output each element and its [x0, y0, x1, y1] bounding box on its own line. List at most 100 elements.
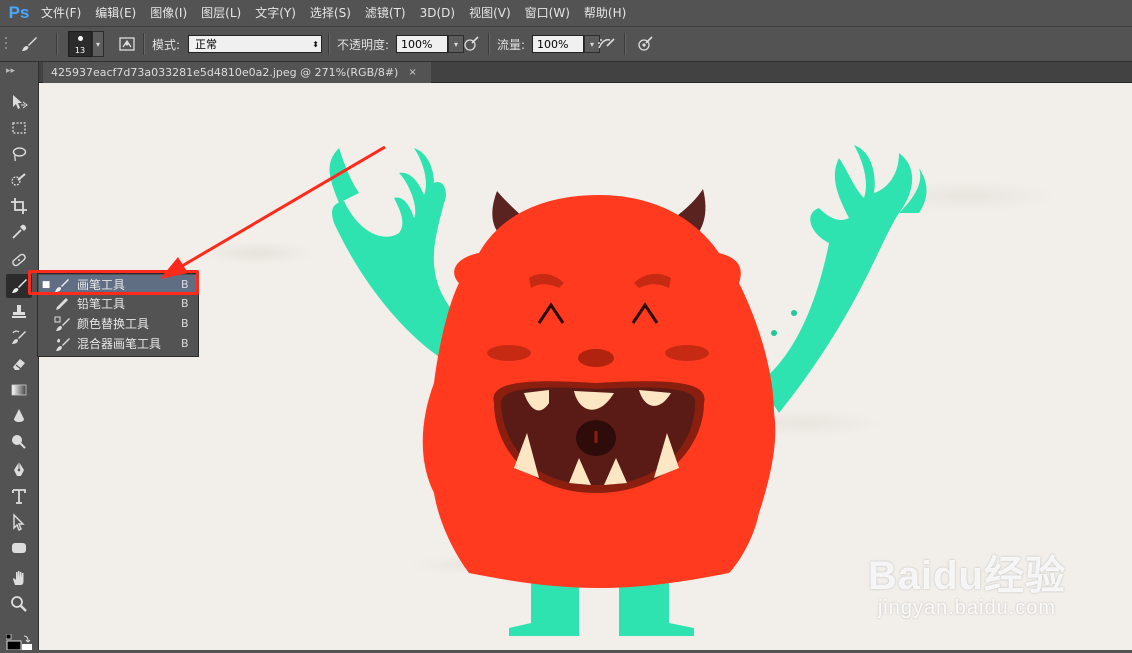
eyedropper-icon — [12, 224, 27, 239]
crop-tool[interactable] — [6, 194, 32, 218]
options-bar: 13 ▾ 模式: 正常 ⬍ 不透明度: 100% ▾ 流量: 100% ▾ — [0, 26, 1132, 62]
flyout-item-mixer-brush[interactable]: 混合器画笔工具 B — [39, 334, 197, 353]
menu-select[interactable]: 选择(S) — [303, 0, 358, 26]
flyout-item-pencil[interactable]: 铅笔工具 B — [39, 294, 197, 313]
stamp-icon — [12, 305, 26, 318]
pen-pressure-size-icon — [634, 33, 656, 55]
eraser-icon — [13, 359, 25, 370]
highlight-box — [28, 270, 199, 295]
history-brush-tool[interactable] — [6, 326, 32, 350]
brush-panel-icon — [116, 33, 138, 55]
eyedropper-tool[interactable] — [6, 220, 32, 244]
tool-preset-picker[interactable] — [18, 27, 40, 61]
blend-mode-select[interactable]: 正常 ⬍ — [188, 35, 322, 53]
opacity-input[interactable]: 100% — [396, 35, 448, 53]
separator — [624, 33, 626, 55]
document-title: 425937eacf7d73a033281e5d4810e0a2.jpeg @ … — [51, 66, 399, 79]
document-tab-bar: 425937eacf7d73a033281e5d4810e0a2.jpeg @ … — [39, 62, 1132, 83]
grip-handle[interactable] — [4, 27, 10, 61]
monster-nose — [578, 349, 614, 367]
bandage-icon — [12, 253, 26, 267]
type-tool[interactable] — [6, 484, 32, 508]
brush-preset-picker[interactable]: 13 ▾ — [68, 27, 104, 61]
menu-image[interactable]: 图像(I) — [143, 0, 194, 26]
brush-icon — [18, 33, 40, 55]
flow-label: 流量: — [497, 37, 526, 52]
airbrush-toggle[interactable] — [595, 27, 617, 61]
airbrush-icon — [595, 33, 617, 55]
eraser-tool[interactable] — [6, 352, 32, 376]
crop-icon — [11, 198, 27, 214]
brush-panel-toggle[interactable] — [116, 27, 138, 61]
brush-preset-dropdown[interactable]: ▾ — [92, 31, 104, 57]
gradient-icon — [11, 384, 27, 396]
menu-3d[interactable]: 3D(D) — [413, 0, 462, 26]
watermark-logo: Baidu经验 — [867, 554, 1066, 598]
zoom-icon — [11, 596, 27, 612]
tools-panel: ▸▸ — [0, 62, 39, 651]
lasso-tool[interactable] — [6, 142, 32, 166]
hand-icon — [13, 571, 24, 585]
grip-icon — [5, 37, 7, 49]
flyout-item-label: 铅笔工具 — [77, 297, 126, 311]
blur-drop-icon — [14, 409, 24, 422]
zoom-tool[interactable] — [6, 592, 32, 616]
menu-file[interactable]: 文件(F) — [34, 0, 88, 26]
menu-edit[interactable]: 编辑(E) — [88, 0, 143, 26]
separator — [56, 33, 58, 55]
clone-stamp-tool[interactable] — [6, 300, 32, 324]
brush-icon — [12, 279, 27, 293]
pressure-opacity-toggle[interactable] — [460, 27, 482, 61]
marquee-tool[interactable] — [6, 116, 32, 140]
flyout-item-label: 混合器画笔工具 — [77, 337, 162, 351]
marquee-icon — [12, 122, 26, 134]
separator — [328, 33, 330, 55]
flyout-item-color-replacement[interactable]: 颜色替换工具 B — [39, 314, 197, 333]
flow-input[interactable]: 100% — [532, 35, 584, 53]
background-color-swatch — [22, 644, 32, 650]
monster-right-cheek — [665, 345, 709, 361]
healing-brush-tool[interactable] — [6, 248, 32, 272]
panel-collapse-icon[interactable]: ▸▸ — [6, 66, 32, 76]
photoshop-logo: Ps — [8, 3, 30, 22]
document-tab[interactable]: 425937eacf7d73a033281e5d4810e0a2.jpeg @ … — [43, 62, 431, 83]
pen-tool[interactable] — [6, 458, 32, 482]
dodge-tool[interactable] — [6, 430, 32, 454]
baidu-watermark: Baidu经验 jingyan.baidu.com — [868, 543, 1066, 620]
color-swatches[interactable] — [5, 633, 32, 651]
menu-help[interactable]: 帮助(H) — [577, 0, 633, 26]
mixer-brush-icon — [53, 336, 71, 352]
mode-label: 模式: — [152, 37, 181, 52]
flyout-item-shortcut: B — [181, 297, 189, 310]
menu-window[interactable]: 窗口(W) — [518, 0, 577, 26]
menu-layer[interactable]: 图层(L) — [194, 0, 248, 26]
canvas-area[interactable]: Baidu经验 jingyan.baidu.com — [39, 83, 1132, 650]
opacity-label: 不透明度: — [337, 37, 390, 52]
menu-view[interactable]: 视图(V) — [462, 0, 518, 26]
brush-size-preview: 13 — [68, 31, 92, 57]
gradient-tool[interactable] — [6, 378, 32, 402]
watermark-url: jingyan.baidu.com — [877, 597, 1057, 619]
swap-colors-icon — [23, 635, 31, 643]
hand-tool[interactable] — [6, 566, 32, 590]
menu-type[interactable]: 文字(Y) — [248, 0, 303, 26]
flyout-item-label: 颜色替换工具 — [77, 317, 150, 331]
type-icon — [12, 489, 26, 504]
menu-bar: Ps 文件(F) 编辑(E) 图像(I) 图层(L) 文字(Y) 选择(S) 滤… — [0, 0, 1132, 26]
separator — [143, 33, 145, 55]
quick-selection-tool[interactable] — [6, 168, 32, 192]
move-tool[interactable] — [6, 90, 32, 114]
menu-filter[interactable]: 滤镜(T) — [358, 0, 413, 26]
close-tab-icon[interactable]: × — [408, 67, 416, 78]
pen-icon — [14, 462, 24, 476]
updown-arrow-icon: ⬍ — [312, 40, 319, 49]
shape-tool[interactable] — [6, 536, 32, 560]
path-selection-tool[interactable] — [6, 510, 32, 534]
default-colors-icon — [5, 633, 12, 640]
pressure-size-toggle[interactable] — [634, 27, 656, 61]
monster-right-arm — [759, 145, 927, 413]
blur-tool[interactable] — [6, 404, 32, 428]
flyout-item-shortcut: B — [181, 337, 189, 350]
move-icon — [13, 95, 28, 109]
flyout-item-shortcut: B — [181, 317, 189, 330]
